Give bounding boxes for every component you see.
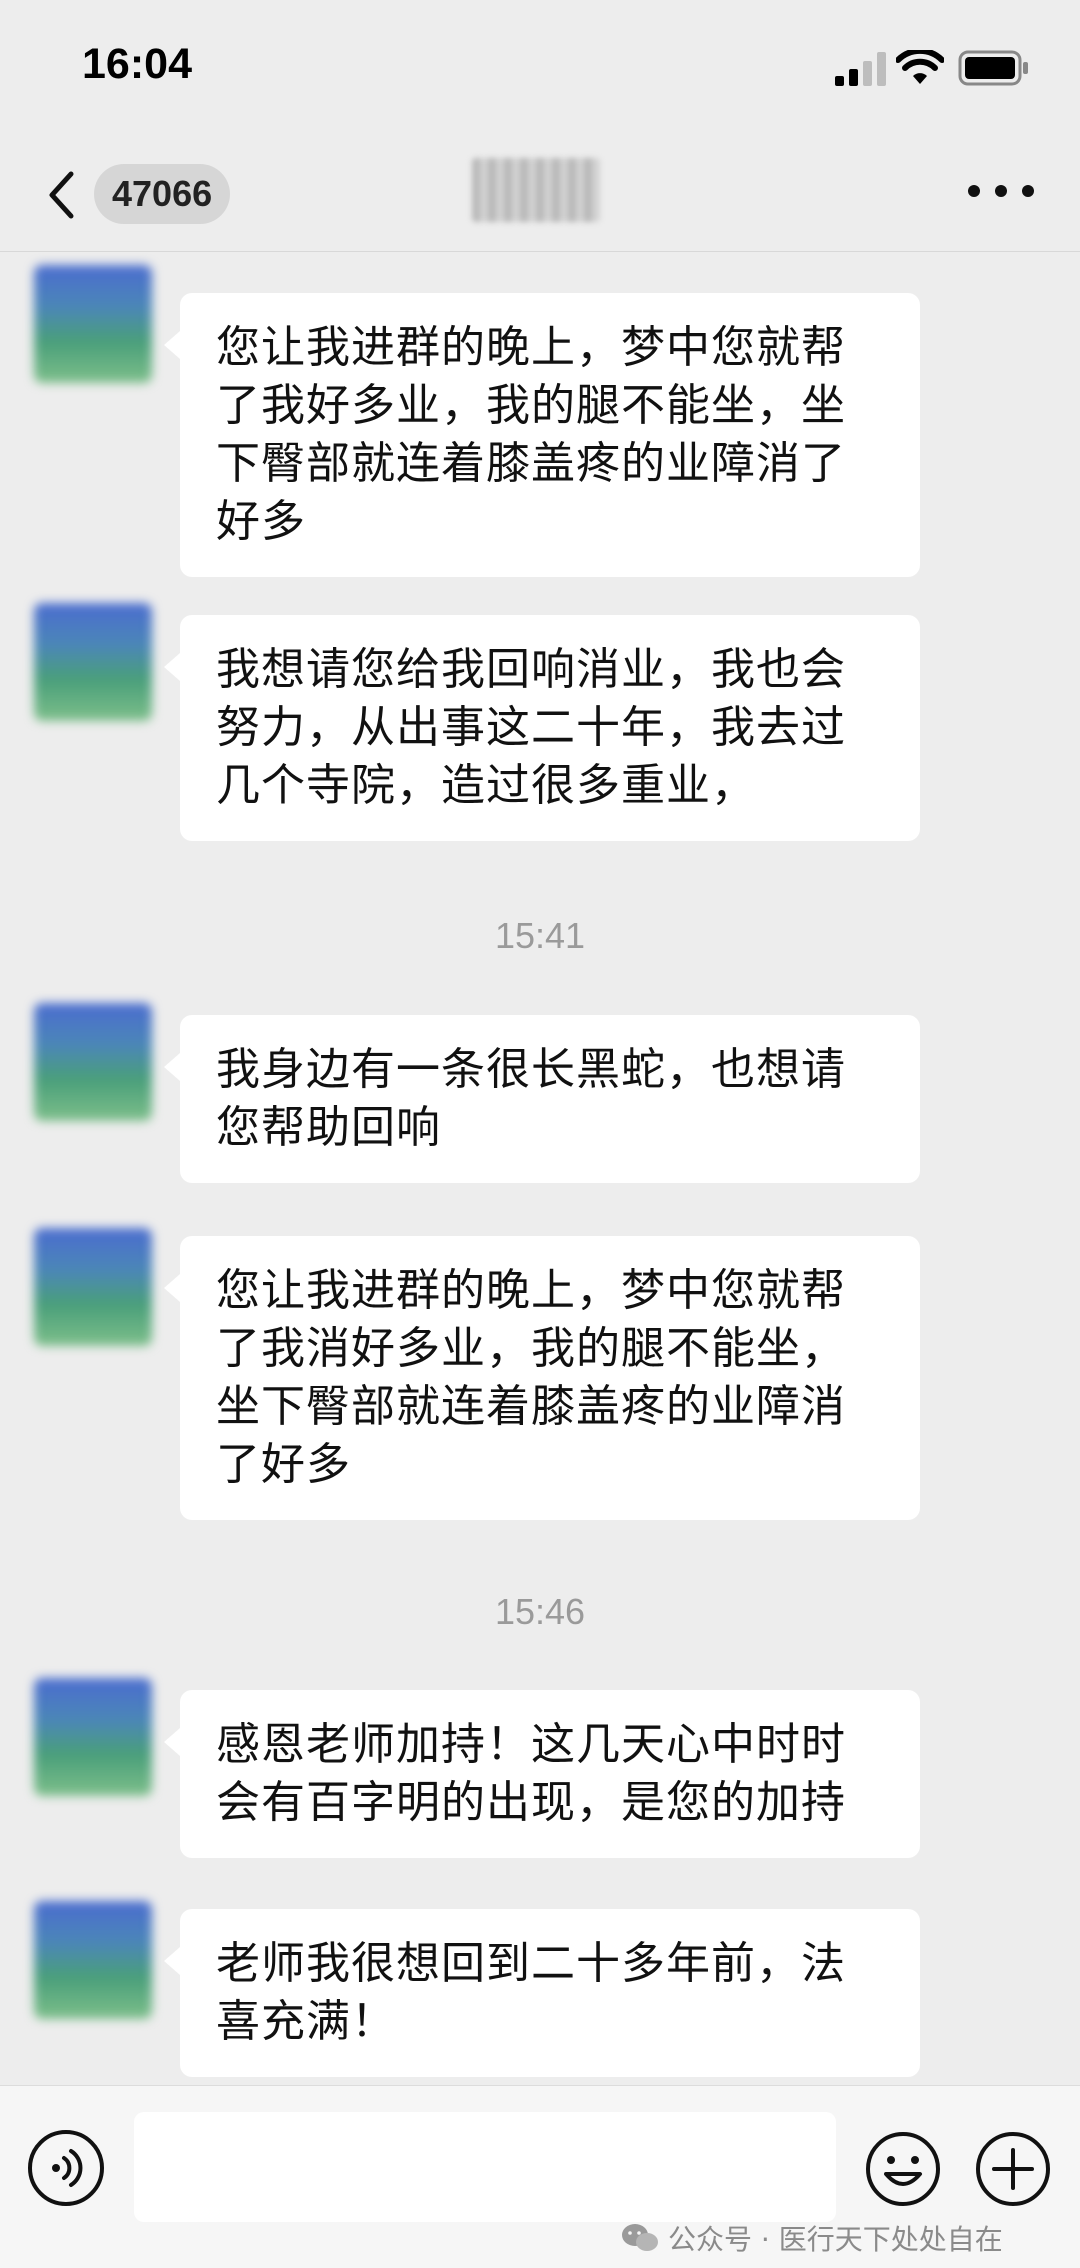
message-bubble[interactable]: 感恩老师加持！这几天心中时时会有百字明的出现，是您的加持	[164, 1690, 920, 1858]
message-bubble[interactable]: 我想请您给我回响消业，我也会努力，从出事这二十年，我去过几个寺院，造过很多重业，	[164, 615, 920, 841]
message-bubble[interactable]: 我身边有一条很长黑蛇，也想请您帮助回响	[164, 1015, 920, 1183]
plus-icon	[976, 2132, 1050, 2206]
wifi-icon	[896, 50, 944, 84]
emoji-button[interactable]	[864, 2130, 942, 2208]
back-button[interactable]: 47066	[38, 160, 258, 230]
message-bubble[interactable]: 老师我很想回到二十多年前，法喜充满！	[164, 1909, 920, 2077]
chat-title-blurred	[472, 158, 600, 222]
more-button[interactable]	[968, 176, 1034, 206]
emoji-icon	[866, 2132, 940, 2206]
more-dot	[995, 185, 1007, 197]
message-input[interactable]	[134, 2112, 836, 2222]
status-bar: 16:04	[0, 0, 1080, 140]
timestamp: 15:46	[494, 1591, 586, 1632]
avatar[interactable]	[34, 603, 152, 721]
avatar[interactable]	[34, 1228, 152, 1346]
avatar[interactable]	[34, 1678, 152, 1796]
plus-button[interactable]	[974, 2130, 1052, 2208]
avatar[interactable]	[34, 1003, 152, 1121]
avatar[interactable]	[34, 1901, 152, 2019]
signal-icon	[835, 52, 886, 86]
chat-message-list[interactable]: 您让我进群的晚上，梦中您就帮了我好多业，我的腿不能坐，坐下臀部就连着膝盖疼的业障…	[0, 253, 1080, 2085]
unread-count-badge: 47066	[94, 164, 231, 224]
wechat-logo-icon	[622, 2224, 658, 2251]
chevron-left-icon	[49, 171, 74, 219]
voice-button[interactable]	[28, 2130, 104, 2206]
input-bar: 公众号 · 医行天下处处自在	[0, 2085, 1080, 2268]
message-bubble[interactable]: 您让我进群的晚上，梦中您就帮了我消好多业，我的腿不能坐，坐下臀部就连着膝盖疼的业…	[164, 1236, 920, 1520]
status-time: 16:04	[82, 40, 192, 88]
avatar[interactable]	[34, 265, 152, 383]
watermark-text: 公众号 · 医行天下处处自在	[668, 2223, 1003, 2256]
more-dot	[968, 185, 980, 197]
message-bubble[interactable]: 您让我进群的晚上，梦中您就帮了我好多业，我的腿不能坐，坐下臀部就连着膝盖疼的业障…	[164, 293, 920, 577]
battery-icon	[958, 50, 1028, 86]
timestamp: 15:41	[494, 915, 586, 956]
voice-icon	[52, 2149, 83, 2187]
more-dot	[1022, 185, 1034, 197]
watermark: 公众号 · 医行天下处处自在	[620, 2218, 1003, 2258]
